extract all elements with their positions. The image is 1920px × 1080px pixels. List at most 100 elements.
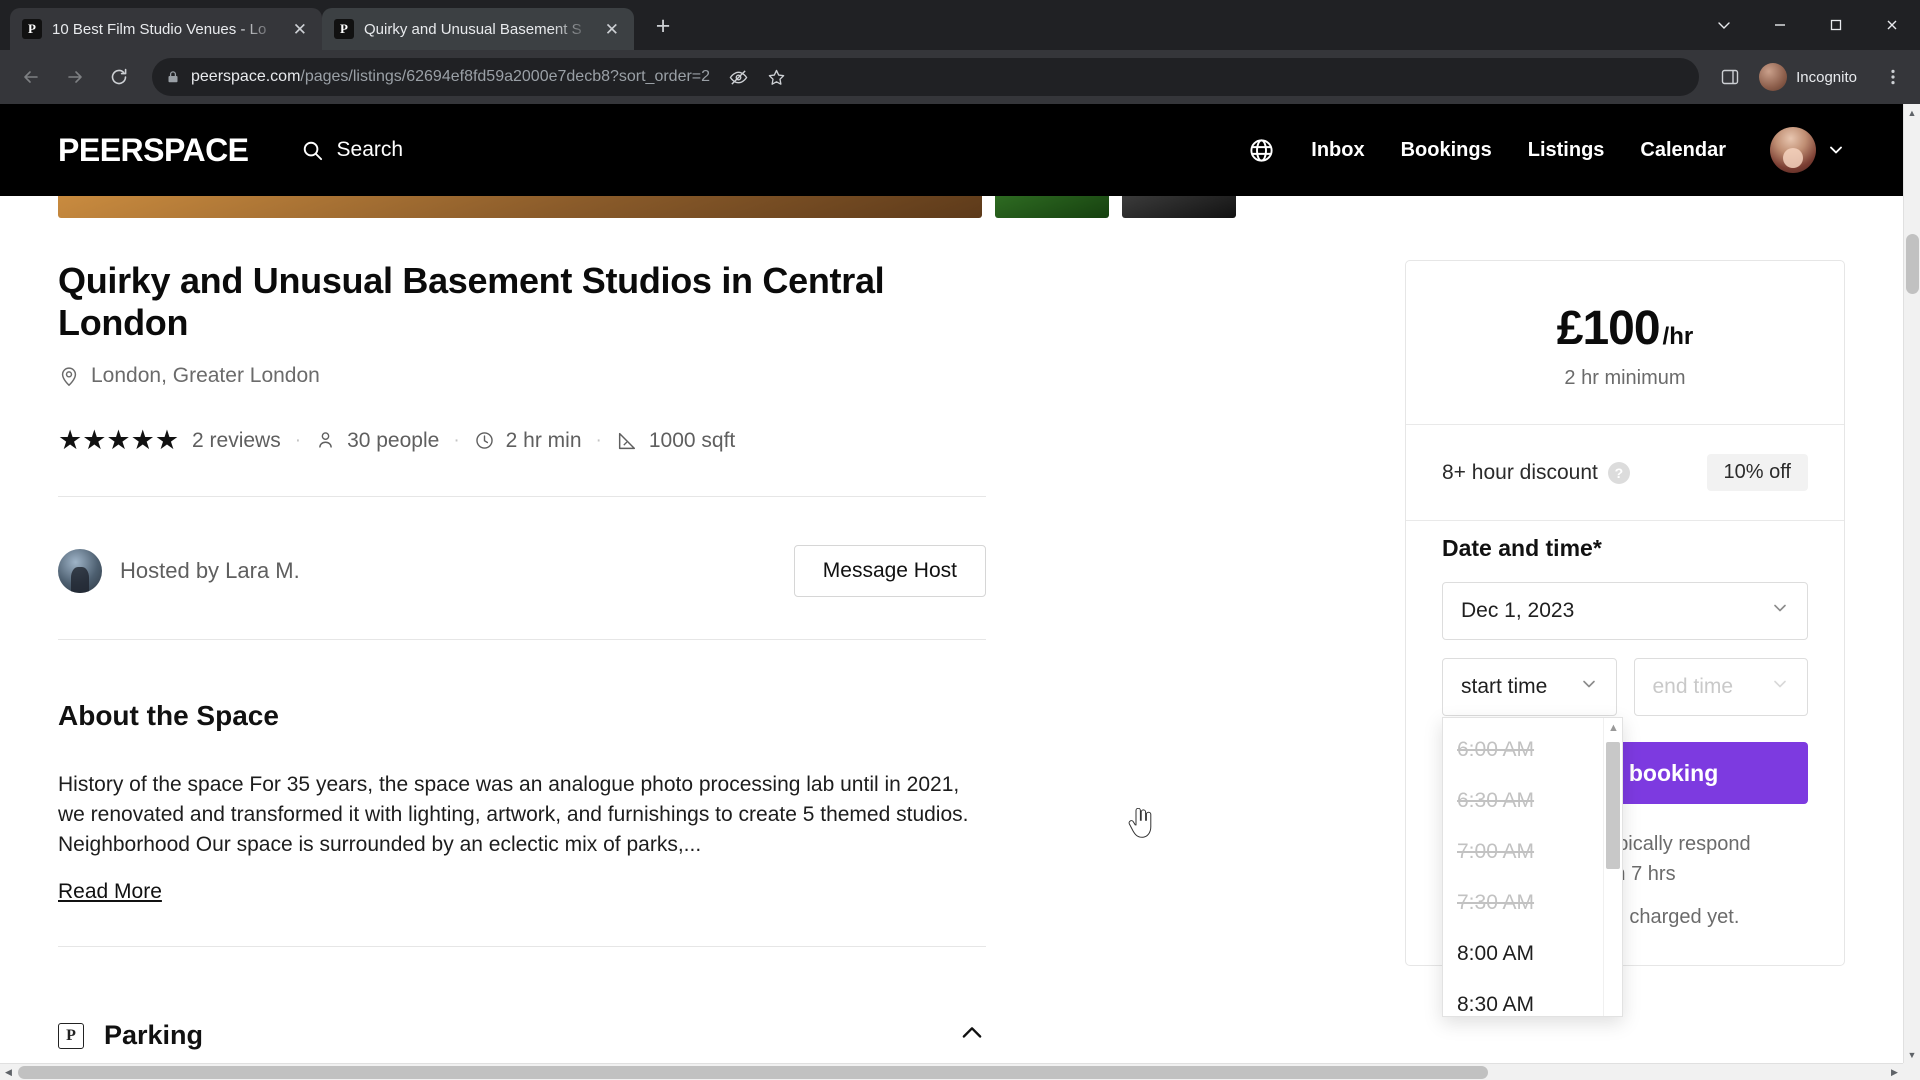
vertical-scrollbar[interactable]: ▲ ▼ [1903,104,1920,1063]
size-stat: 1000 sqft [616,429,735,453]
gallery-photo-2[interactable] [995,196,1109,218]
lock-icon [166,70,180,84]
tab-favicon: P [22,19,42,39]
dropdown-scrollbar[interactable]: ▲ [1603,718,1622,1016]
url-domain: peerspace.com [191,68,301,85]
gallery-photo-3[interactable] [1122,196,1236,218]
start-time-dropdown[interactable]: 6:00 AM 6:30 AM 7:00 AM 7:30 AM 8:00 AM … [1442,717,1623,1017]
star-rating-icon: ★★★★★ [58,425,180,455]
date-select[interactable]: Dec 1, 2023 [1442,582,1808,640]
nav-item-bookings[interactable]: Bookings [1401,139,1492,162]
end-time-select: end time [1633,658,1808,716]
maximize-icon[interactable] [1808,0,1864,50]
gallery-photo-main[interactable] [58,196,982,218]
web-page: PEERSPACE Search Inbox Bookings Listings… [0,104,1903,1063]
side-panel-icon[interactable] [1713,60,1747,94]
parking-label: Parking [104,1020,204,1051]
read-more-link[interactable]: Read More [58,880,162,904]
content-columns: Quirky and Unusual Basement Studios in C… [0,260,1903,1052]
browser-tab-1[interactable]: P 10 Best Film Studio Venues - Lo ✕ [10,8,322,50]
discount-row: 8+ hour discount? 10% off [1406,425,1844,520]
omnibox-actions [721,60,793,94]
new-tab-button[interactable]: + [648,11,678,41]
start-time-select[interactable]: start time [1442,658,1617,716]
message-host-button[interactable]: Message Host [793,545,986,597]
chevron-down-icon [1771,599,1789,623]
discount-badge: 10% off [1706,454,1808,491]
time-option: 6:00 AM [1457,737,1535,761]
tracking-protection-icon[interactable] [721,60,755,94]
host-name: Hosted by Lara M. [120,558,300,583]
location-text: London, Greater London [91,364,320,387]
scroll-down-icon[interactable]: ▼ [1904,1046,1920,1063]
minimize-icon[interactable] [1752,0,1808,50]
time-select-row: start time end time 6:00 AM 6:30 AM 7:00… [1442,658,1808,1017]
chevron-down-icon [1827,141,1845,159]
tab-title: 10 Best Film Studio Venues - Lo [52,20,267,38]
scroll-left-icon[interactable]: ◀ [0,1064,17,1080]
tab-favicon: P [334,19,354,39]
page-content: Quirky and Unusual Basement Studios in C… [0,196,1903,1063]
vertical-scrollbar-thumb[interactable] [1906,234,1919,294]
nav-item-calendar[interactable]: Calendar [1640,139,1726,162]
site-header: PEERSPACE Search Inbox Bookings Listings… [0,104,1903,196]
tab-close-icon[interactable]: ✕ [602,18,622,41]
chevron-down-icon [1580,675,1598,699]
back-button[interactable] [12,58,50,96]
review-count[interactable]: 2 reviews [192,429,281,453]
chevron-up-icon[interactable] [958,1019,986,1052]
time-option[interactable]: 8:00 AM [1443,928,1603,979]
close-window-icon[interactable] [1864,0,1920,50]
parking-section-header[interactable]: P Parking [58,1019,986,1052]
divider [58,496,986,497]
forward-button[interactable] [56,58,94,96]
user-menu[interactable] [1770,127,1845,173]
globe-icon[interactable] [1248,137,1275,164]
time-option: 6:30 AM [1457,788,1535,812]
parking-icon: P [58,1022,84,1049]
scroll-up-icon[interactable]: ▲ [1608,722,1619,734]
photo-gallery [0,196,1903,218]
divider [58,946,986,948]
separator-dot: · [294,429,302,451]
url-path: /pages/listings/62694ef8fd59a2000e7decb8… [300,68,711,85]
browser-menu-icon[interactable] [1878,58,1908,96]
location-pin-icon [58,365,80,387]
time-option[interactable]: 8:30 AM [1443,979,1603,1030]
address-bar[interactable]: peerspace.com/pages/listings/62694ef8fd5… [152,58,1700,96]
time-option: 7:30 AM [1457,890,1535,914]
browser-tab-2[interactable]: P Quirky and Unusual Basement S ✕ [322,8,634,50]
peerspace-logo[interactable]: PEERSPACE [58,132,249,169]
bookmark-star-icon[interactable] [759,60,793,94]
incognito-indicator[interactable]: Incognito [1753,58,1872,96]
header-nav: Inbox Bookings Listings Calendar [1248,127,1845,173]
booking-form: Date and time* Dec 1, 2023 start time en… [1406,535,1844,1017]
price-minimum: 2 hr minimum [1564,367,1686,389]
price-amount: £100 [1556,302,1661,355]
start-time-value: start time [1461,675,1548,698]
header-search[interactable]: Search [301,138,403,162]
horizontal-scrollbar-thumb[interactable] [18,1066,1488,1079]
horizontal-scrollbar[interactable]: ◀ ▶ [0,1063,1903,1080]
price-unit: /hr [1662,323,1694,350]
window-controls [1696,0,1920,50]
scroll-right-icon[interactable]: ▶ [1886,1064,1903,1080]
help-icon[interactable]: ? [1607,461,1630,484]
chevron-down-icon[interactable] [1696,0,1752,50]
scrollbar-thumb[interactable] [1606,742,1620,869]
scroll-up-icon[interactable]: ▲ [1904,104,1920,121]
browser-toolbar: peerspace.com/pages/listings/62694ef8fd5… [0,50,1920,104]
page-viewport: PEERSPACE Search Inbox Bookings Listings… [0,104,1920,1080]
divider [1406,520,1844,521]
host-avatar [58,549,102,593]
time-option-list: 6:00 AM 6:30 AM 7:00 AM 7:30 AM 8:00 AM … [1443,718,1603,1016]
tab-close-icon[interactable]: ✕ [290,18,310,41]
nav-item-inbox[interactable]: Inbox [1311,139,1364,162]
host-section: Hosted by Lara M. Message Host [58,545,986,597]
profile-avatar-icon [1759,63,1788,91]
nav-item-listings[interactable]: Listings [1528,139,1605,162]
price-line: £100/hr [1406,301,1844,356]
reload-button[interactable] [100,58,138,96]
clock-icon [474,430,495,451]
listing-location: London, Greater London [58,364,986,388]
